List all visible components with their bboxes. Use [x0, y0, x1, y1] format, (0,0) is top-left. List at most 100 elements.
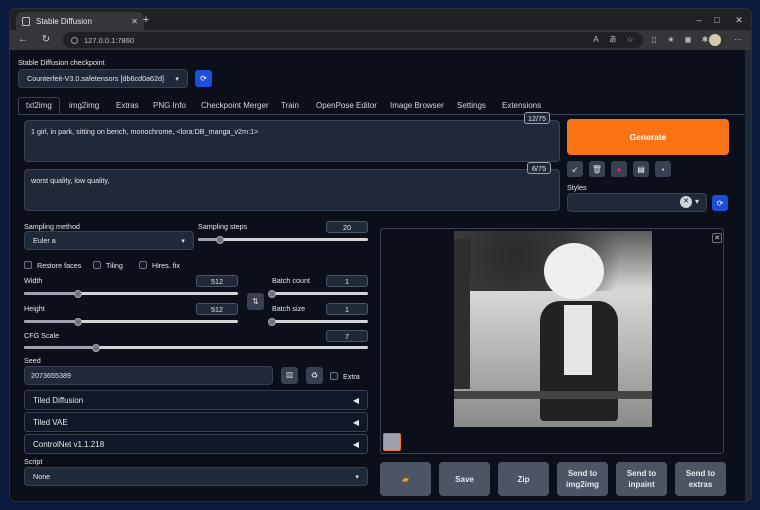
height-input[interactable]: 512: [196, 303, 238, 315]
negative-token-counter: 6/75: [527, 162, 551, 174]
height-slider[interactable]: [24, 320, 238, 323]
negative-prompt-text: worst quality, low quality,: [31, 176, 110, 185]
chevron-down-icon: ▾: [181, 236, 185, 245]
triangle-left-icon: ◀: [352, 439, 359, 449]
zip-button[interactable]: Zip: [498, 462, 549, 496]
tab-image-browser[interactable]: Image Browser: [390, 101, 444, 110]
close-window-icon[interactable]: ✕: [732, 13, 746, 27]
close-icon[interactable]: ✕: [712, 233, 722, 243]
prompt-textarea[interactable]: 1 girl, in park, sitting on bench, monoc…: [24, 120, 560, 162]
script-select[interactable]: None ▾: [24, 467, 368, 486]
split-screen-icon[interactable]: ▯: [648, 34, 660, 46]
save-button[interactable]: Save: [439, 462, 490, 496]
read-params-button[interactable]: ↙: [567, 161, 583, 177]
tab-extras[interactable]: Extras: [116, 101, 139, 110]
send-to-inpaint-button[interactable]: Send to inpaint: [616, 462, 667, 496]
close-tab-icon[interactable]: ✕: [131, 17, 138, 26]
hires-fix-checkbox[interactable]: [139, 261, 147, 269]
cfg-scale-handle[interactable]: [92, 343, 101, 352]
negative-prompt-textarea[interactable]: worst quality, low quality,: [24, 169, 560, 211]
controlnet-accordion[interactable]: ControlNet v1.1.218 ◀: [24, 434, 368, 454]
batch-count-input[interactable]: 1: [326, 275, 368, 287]
cfg-scale-slider[interactable]: [24, 346, 368, 349]
menu-icon[interactable]: ⋯: [732, 34, 744, 46]
save-style-button[interactable]: ▪: [655, 161, 671, 177]
minimize-icon[interactable]: –: [692, 13, 706, 27]
generate-button[interactable]: Generate: [567, 119, 729, 155]
main-tabs: txt2img img2img Extras PNG Info Checkpoi…: [10, 97, 751, 115]
clear-prompt-button[interactable]: 🗑: [589, 161, 605, 177]
tab-settings[interactable]: Settings: [457, 101, 486, 110]
sampling-method-value: Euler a: [33, 236, 56, 245]
sampling-method-select[interactable]: Euler a ▾: [24, 231, 194, 250]
floppy-icon: ▪: [661, 164, 665, 174]
favorite-icon[interactable]: ☆: [624, 34, 636, 46]
width-input[interactable]: 512: [196, 275, 238, 287]
tiled-diffusion-accordion[interactable]: Tiled Diffusion ◀: [24, 390, 368, 410]
send-to-extras-button[interactable]: Send to extras: [675, 462, 726, 496]
batch-count-slider[interactable]: [272, 292, 368, 295]
show-extra-networks-button[interactable]: ●: [611, 161, 627, 177]
cfg-scale-input[interactable]: 7: [326, 330, 368, 342]
open-folder-button[interactable]: ▰: [380, 462, 431, 496]
tab-train[interactable]: Train: [281, 101, 299, 110]
batch-count-label: Batch count: [272, 276, 310, 285]
favorites-icon[interactable]: ★: [665, 34, 677, 46]
maximize-icon[interactable]: □: [710, 13, 724, 27]
tab-txt2img[interactable]: txt2img: [26, 101, 52, 110]
extra-seed-checkbox[interactable]: [330, 372, 338, 380]
browser-tab[interactable]: Stable Diffusion ✕: [16, 12, 144, 30]
profile-avatar[interactable]: [709, 34, 721, 46]
generated-image[interactable]: [454, 231, 652, 427]
refresh-styles-button[interactable]: ⟳: [712, 195, 728, 211]
page-icon: [22, 16, 30, 26]
back-icon[interactable]: ←: [16, 33, 30, 47]
sampling-steps-handle[interactable]: [216, 235, 225, 244]
apply-style-button[interactable]: ▤: [633, 161, 649, 177]
send-to-img2img-button[interactable]: Send to img2img: [557, 462, 608, 496]
height-handle[interactable]: [73, 317, 82, 326]
width-slider[interactable]: [24, 292, 238, 295]
width-handle[interactable]: [73, 289, 82, 298]
gallery-thumbnail[interactable]: [383, 433, 401, 451]
tab-png-info[interactable]: PNG Info: [153, 101, 186, 110]
seed-input[interactable]: 2073655389: [24, 366, 273, 385]
url-text: 127.0.0.1:7860: [84, 35, 135, 45]
collections-icon[interactable]: ▣: [682, 34, 694, 46]
accordion-title: Tiled Diffusion: [33, 395, 84, 405]
swap-dimensions-button[interactable]: ⇅: [247, 293, 264, 310]
refresh-icon[interactable]: ↻: [39, 33, 53, 47]
read-aloud-icon[interactable]: A: [590, 34, 602, 46]
batch-size-input[interactable]: 1: [326, 303, 368, 315]
batch-size-label: Batch size: [272, 304, 306, 313]
tab-extensions[interactable]: Extensions: [502, 101, 541, 110]
url-field[interactable]: 127.0.0.1:7860: [63, 32, 643, 48]
random-seed-button[interactable]: ⚄: [281, 367, 298, 384]
styles-select[interactable]: ✕ ▾: [567, 193, 707, 212]
tab-img2img[interactable]: img2img: [69, 101, 99, 110]
clear-icon[interactable]: ✕: [680, 196, 692, 208]
prompt-text: 1 girl, in park, sitting on bench, monoc…: [31, 127, 259, 136]
translate-icon[interactable]: あ: [607, 34, 619, 46]
restore-faces-checkbox[interactable]: [24, 261, 32, 269]
tiled-vae-accordion[interactable]: Tiled VAE ◀: [24, 412, 368, 432]
tab-openpose-editor[interactable]: OpenPose Editor: [316, 101, 377, 110]
checkpoint-select[interactable]: Counterfeit-V3.0.safetensors [db6cd0a62d…: [18, 69, 188, 88]
new-tab-icon[interactable]: +: [140, 14, 152, 26]
reuse-seed-button[interactable]: ♻: [306, 367, 323, 384]
batch-size-slider[interactable]: [272, 320, 368, 323]
browser-tab-title: Stable Diffusion: [36, 16, 92, 26]
batch-count-handle[interactable]: [268, 289, 276, 298]
tiling-checkbox[interactable]: [93, 261, 101, 269]
accordion-title: ControlNet v1.1.218: [33, 439, 105, 449]
batch-size-handle[interactable]: [268, 317, 276, 326]
output-gallery: ✕: [380, 228, 724, 454]
clipboard-icon: ▤: [637, 164, 645, 174]
tab-checkpoint-merger[interactable]: Checkpoint Merger: [201, 101, 269, 110]
sampling-steps-input[interactable]: 20: [326, 221, 368, 233]
checkpoint-value: Counterfeit-V3.0.safetensors [db6cd0a62d…: [27, 74, 165, 83]
address-bar: ← ↻ 127.0.0.1:7860 A あ ☆ ▯ ★ ▣ ✱ ⋯: [10, 30, 751, 50]
scrollbar[interactable]: [745, 50, 751, 501]
refresh-checkpoint-button[interactable]: ⟳: [195, 70, 212, 87]
folder-icon: ▰: [402, 474, 409, 484]
